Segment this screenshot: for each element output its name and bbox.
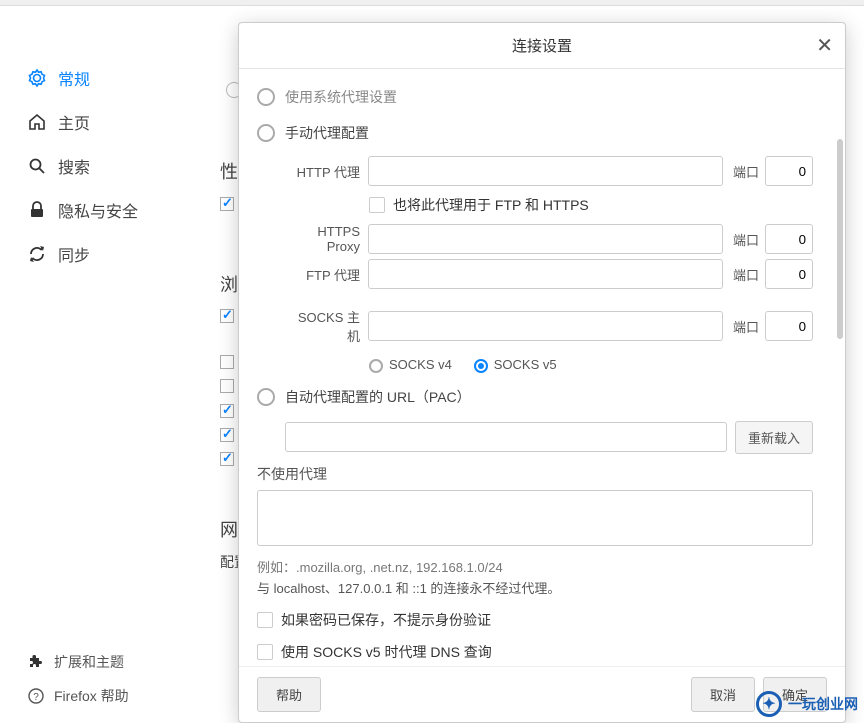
sidebar-item-extensions[interactable]: 扩展和主题 [14, 645, 141, 679]
sidebar-item-general[interactable]: 常规 [14, 56, 210, 100]
sidebar-item-label: 主页 [58, 110, 90, 134]
option-pac[interactable]: 自动代理配置的 URL（PAC） [257, 379, 813, 415]
bg-check [220, 197, 234, 211]
scrollbar-thumb[interactable] [837, 139, 843, 339]
ftp-proxy-input[interactable] [368, 259, 723, 289]
checkbox-save-pwd[interactable] [257, 612, 273, 628]
ftp-port-input[interactable] [765, 259, 813, 289]
bg-check [220, 428, 234, 442]
https-proxy-input[interactable] [368, 224, 723, 254]
socks-host-label: SOCKS 主机 [285, 307, 360, 345]
no-proxy-textarea[interactable] [257, 490, 813, 546]
port-label: 端口 [733, 317, 759, 336]
home-icon [26, 112, 48, 132]
http-port-input[interactable] [765, 156, 813, 186]
bg-check [220, 309, 234, 323]
sidebar-item-label: Firefox 帮助 [54, 686, 129, 706]
help-icon: ? [26, 688, 46, 704]
gear-icon [26, 68, 48, 88]
bg-check [220, 452, 234, 466]
socks-v5-option[interactable]: SOCKS v5 [474, 357, 557, 372]
checkbox-socks-dns[interactable] [257, 644, 273, 660]
radio-icon [474, 359, 488, 373]
search-icon [26, 156, 48, 176]
sync-icon [26, 244, 48, 264]
port-label: 端口 [733, 265, 759, 284]
lock-icon [26, 200, 48, 220]
dialog-title-bar: 连接设置 ✕ [239, 23, 845, 69]
option-manual-proxy[interactable]: 手动代理配置 [257, 115, 813, 151]
http-proxy-input[interactable] [368, 156, 723, 186]
https-port-input[interactable] [765, 224, 813, 254]
ftp-proxy-label: FTP 代理 [285, 265, 360, 284]
socks-host-input[interactable] [368, 311, 723, 341]
connection-settings-dialog: 连接设置 ✕ 使用系统代理设置 手动代理配置 HTTP 代理 端口 也将此代理用… [238, 22, 846, 723]
option-system-proxy[interactable]: 使用系统代理设置 [257, 79, 813, 115]
reload-button[interactable]: 重新载入 [735, 421, 813, 454]
sidebar-item-label: 扩展和主题 [54, 652, 124, 672]
port-label: 端口 [733, 230, 759, 249]
close-icon[interactable]: ✕ [816, 33, 833, 58]
sidebar-item-label: 同步 [58, 242, 90, 266]
radio-icon [257, 124, 275, 142]
sidebar-item-label: 隐私与安全 [58, 198, 138, 222]
radio-icon [257, 88, 275, 106]
checkbox-also-ftp-https[interactable] [369, 197, 385, 213]
sidebar-item-sync[interactable]: 同步 [14, 232, 210, 276]
socks-v4-option[interactable]: SOCKS v4 [369, 357, 452, 372]
https-proxy-label: HTTPS Proxy [285, 224, 360, 254]
port-label: 端口 [733, 162, 759, 181]
sidebar-item-label: 常规 [58, 66, 90, 90]
radio-icon [369, 359, 383, 373]
no-proxy-note: 与 localhost、127.0.0.1 和 ::1 的连接永不经过代理。 [257, 578, 813, 597]
sidebar-item-search[interactable]: 搜索 [14, 144, 210, 188]
bg-check [220, 355, 234, 369]
sidebar-item-privacy[interactable]: 隐私与安全 [14, 188, 210, 232]
puzzle-icon [26, 654, 46, 670]
radio-icon [257, 388, 275, 406]
socks-port-input[interactable] [765, 311, 813, 341]
pac-url-input[interactable] [285, 422, 727, 452]
sidebar-item-home[interactable]: 主页 [14, 100, 210, 144]
sidebar-item-label: 搜索 [58, 154, 90, 178]
help-button[interactable]: 帮助 [257, 677, 321, 712]
cancel-button[interactable]: 取消 [691, 677, 755, 712]
bg-check [220, 404, 234, 418]
no-proxy-example: 例如：.mozilla.org, .net.nz, 192.168.1.0/24 [257, 557, 813, 576]
no-proxy-label: 不使用代理 [257, 464, 813, 484]
dialog-title: 连接设置 [512, 38, 572, 55]
sidebar-item-help[interactable]: ? Firefox 帮助 [14, 679, 141, 713]
ok-button[interactable]: 确定 [763, 677, 827, 712]
bg-check [220, 379, 234, 393]
http-proxy-label: HTTP 代理 [285, 162, 360, 181]
svg-text:?: ? [33, 692, 39, 703]
